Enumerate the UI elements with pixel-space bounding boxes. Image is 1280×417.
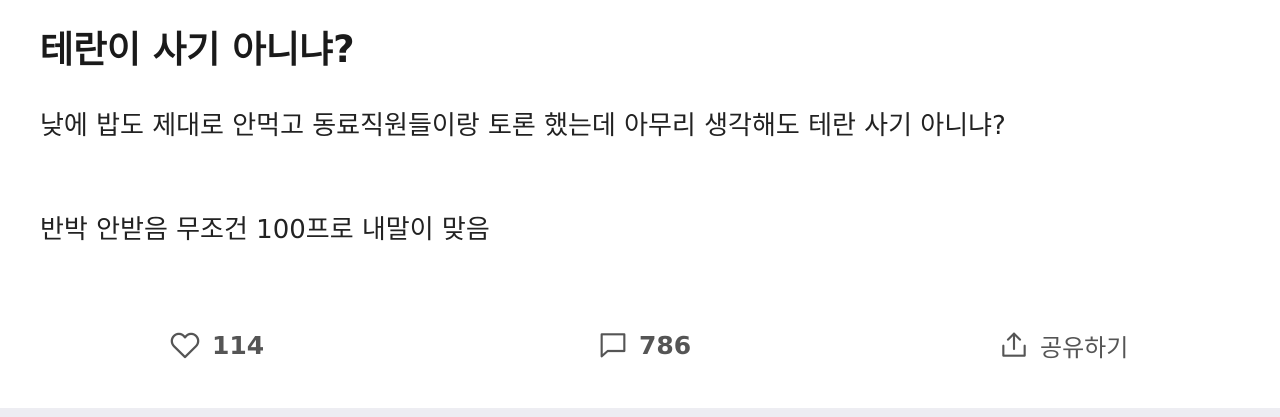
share-icon — [998, 329, 1030, 361]
post-actions-bar: 114 786 공유하기 — [0, 322, 1280, 368]
post-body-line-1: 낮에 밥도 제대로 안먹고 동료직원들이랑 토론 했는데 아무리 생각해도 테란… — [40, 111, 1006, 141]
post-title: 테란이 사기 아니냐? — [40, 28, 355, 71]
section-divider — [0, 408, 1280, 417]
comment-button[interactable]: 786 — [597, 322, 691, 368]
like-count: 114 — [212, 330, 265, 360]
post-body-line-2: 반박 안받음 무조건 100프로 내말이 맞음 — [40, 215, 490, 245]
heart-icon — [168, 328, 202, 362]
share-label: 공유하기 — [1040, 333, 1129, 362]
share-button[interactable]: 공유하기 — [998, 322, 1128, 368]
comment-icon — [597, 329, 629, 361]
post-card: 테란이 사기 아니냐? 낮에 밥도 제대로 안먹고 동료직원들이랑 토론 했는데… — [0, 0, 1280, 417]
like-button[interactable]: 114 — [168, 322, 264, 368]
comment-count: 786 — [639, 330, 692, 360]
